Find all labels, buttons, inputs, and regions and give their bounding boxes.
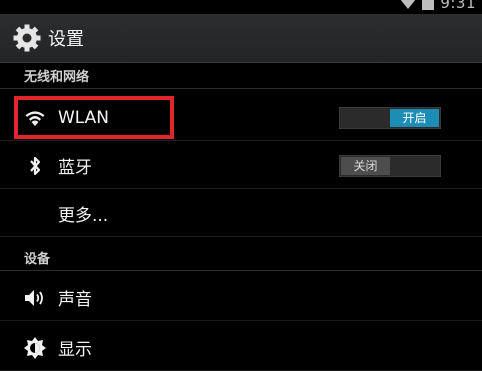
settings-item-sound[interactable]: 声音 — [0, 275, 482, 321]
wifi-icon — [24, 107, 46, 129]
bluetooth-toggle[interactable]: 关闭 — [339, 154, 441, 177]
wlan-toggle[interactable]: 开启 — [339, 106, 441, 129]
settings-item-label: 显示 — [58, 340, 92, 360]
status-bar: 9:31 — [0, 0, 482, 14]
status-time: 9:31 — [440, 0, 476, 12]
gear-icon[interactable] — [12, 23, 42, 53]
settings-list: 无线和网络 WLAN 开启 蓝牙 关闭 更多... 设备 声音 显示 — [0, 63, 482, 371]
settings-item-label: 蓝牙 — [58, 158, 92, 178]
settings-item-wlan[interactable]: WLAN 开启 — [0, 95, 482, 141]
settings-item-display[interactable]: 显示 — [0, 325, 482, 371]
battery-icon — [422, 0, 435, 10]
section-header-wireless: 无线和网络 — [0, 63, 482, 89]
toggle-label: 开启 — [390, 108, 439, 127]
settings-item-label: 声音 — [58, 290, 92, 310]
settings-item-label: WLAN — [58, 107, 110, 128]
volume-icon — [24, 287, 46, 309]
settings-item-more[interactable]: 更多... — [0, 191, 482, 237]
action-bar: 设置 — [0, 14, 482, 63]
settings-item-label: 更多... — [58, 206, 109, 226]
settings-item-bluetooth[interactable]: 蓝牙 关闭 — [0, 143, 482, 189]
wifi-signal-icon — [400, 0, 416, 10]
bluetooth-icon — [24, 155, 46, 177]
page-title: 设置 — [48, 29, 84, 50]
brightness-icon — [24, 336, 46, 359]
section-header-device: 设备 — [0, 245, 482, 271]
toggle-label: 关闭 — [341, 156, 390, 175]
